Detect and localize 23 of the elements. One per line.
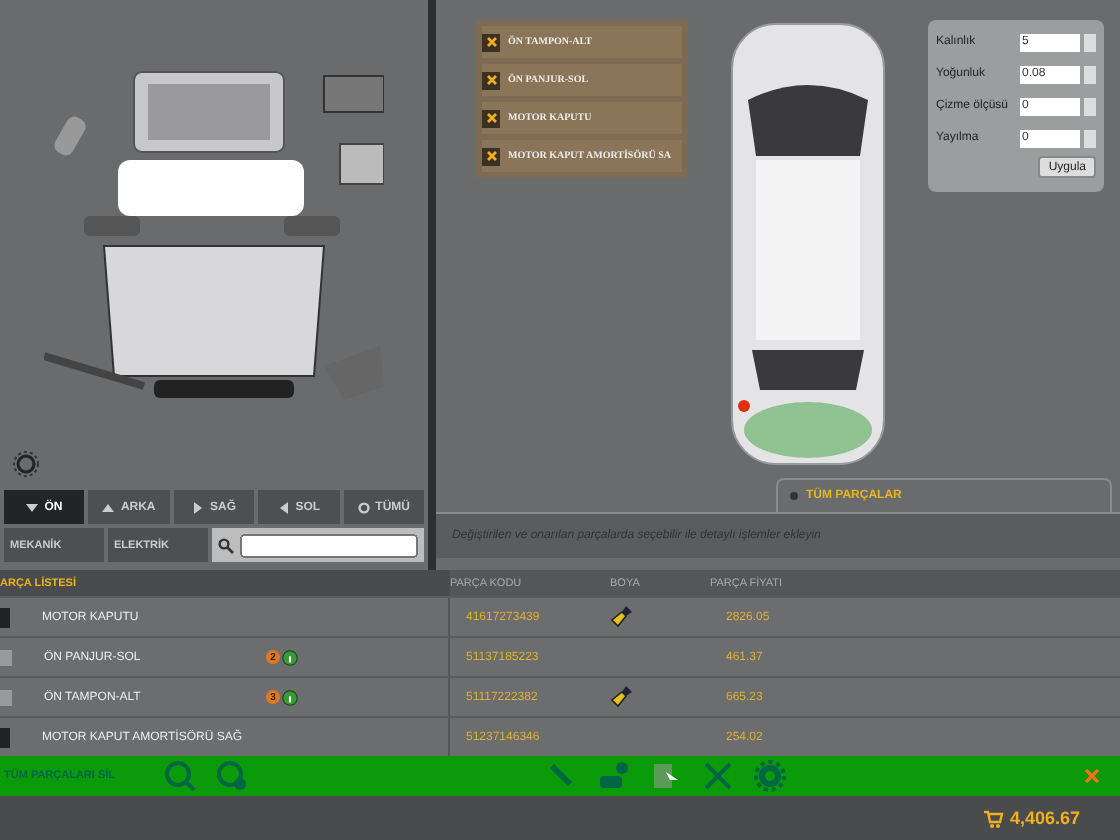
close-icon[interactable] bbox=[482, 33, 500, 51]
search-icon bbox=[218, 537, 234, 553]
total-price: 4,406.67 bbox=[1009, 808, 1080, 828]
edit-icon[interactable] bbox=[0, 649, 12, 665]
row-marker bbox=[0, 607, 10, 627]
row-marker bbox=[0, 727, 10, 747]
triangle-down-icon bbox=[26, 501, 39, 513]
triangle-left-icon bbox=[277, 501, 290, 513]
gear-icon[interactable] bbox=[12, 450, 40, 478]
settings-icon[interactable] bbox=[753, 760, 786, 792]
rotate-icon bbox=[357, 501, 370, 513]
export-icon[interactable] bbox=[649, 760, 682, 792]
close-icon[interactable] bbox=[482, 147, 500, 165]
dot-icon bbox=[790, 492, 798, 500]
triangle-right-icon bbox=[192, 501, 204, 513]
close-icon[interactable] bbox=[482, 109, 500, 127]
info-icon[interactable] bbox=[282, 649, 298, 665]
search-field[interactable] bbox=[212, 528, 424, 562]
edit-icon[interactable] bbox=[0, 689, 12, 705]
triangle-up-icon bbox=[102, 501, 115, 513]
close-icon[interactable] bbox=[482, 71, 500, 89]
info-icon[interactable] bbox=[282, 689, 298, 705]
cart-icon bbox=[983, 809, 1004, 827]
